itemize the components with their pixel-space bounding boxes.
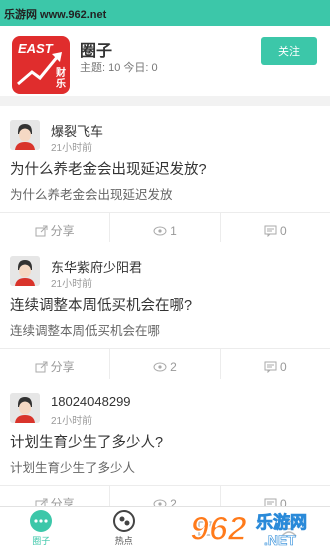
post-title[interactable]: 为什么养老金会出现延迟发放? [10,158,207,179]
avatar[interactable] [10,393,40,423]
nav-label: 热点 [114,536,133,546]
nav-label: 圈子 [32,536,51,546]
post-title[interactable]: 连续调整本周低买机会在哪? [10,294,192,315]
nav-item-hot[interactable]: 热点 [83,507,166,550]
eye-icon [153,226,167,235]
eye-icon [153,362,167,371]
circle-logo: EAST 财乐 [12,36,70,94]
avatar[interactable] [10,256,40,286]
default-avatar-icon [10,120,40,150]
post-excerpt[interactable]: 计划生育少生了多少人 [10,457,135,476]
post-author[interactable]: 爆裂飞车 [51,121,103,140]
post-title[interactable]: 计划生育少生了多少人? [10,431,163,452]
post-time: 21小时前 [51,143,93,154]
watermark-text: 乐游网 [256,512,307,533]
circle-stats: 主题: 10 今日: 0 [80,62,158,74]
share-icon [35,361,48,372]
site-watermark-logo: 962 乐游网 .NET [189,509,307,549]
chat-bubble-icon [30,510,53,532]
default-avatar-icon [10,256,40,286]
share-label: 分享 [50,224,75,238]
post-author[interactable]: 东华紫府少阳君 [51,257,142,276]
comments-value: 0 [279,223,287,238]
share-icon [35,225,48,236]
watermark-number: 962 [190,510,247,548]
default-avatar-icon [10,393,40,423]
top-watermark: 乐游网 www.962.net [4,9,107,21]
comment-icon [264,225,277,237]
views-value: 1 [170,223,177,238]
post-excerpt[interactable]: 连续调整本周低买机会在哪 [10,320,160,339]
follow-button[interactable]: 关注 [261,37,317,65]
hot-ball-icon [112,510,135,532]
post-time: 21小时前 [51,416,93,427]
post-time: 21小时前 [51,279,93,290]
post-author[interactable]: 18024048299 [51,394,131,409]
status-bar: 乐游网 www.962.net [0,0,330,26]
post-card[interactable]: 东华紫府少阳君 21小时前 连续调整本周低买机会在哪? 连续调整本周低买机会在哪… [0,242,330,384]
post-excerpt[interactable]: 为什么养老金会出现延迟发放 [10,184,173,203]
logo-text: EAST [18,41,53,56]
logo-subtext: 财乐 [56,68,66,90]
circle-header: EAST 财乐 圈子 主题: 10 今日: 0 关注 [0,26,330,96]
avatar[interactable] [10,120,40,150]
views-value: 2 [170,359,177,374]
circle-name: 圈子 [80,43,113,60]
post-card[interactable]: 爆裂飞车 21小时前 为什么养老金会出现延迟发放? 为什么养老金会出现延迟发放 … [0,106,330,248]
nav-item-circle[interactable]: 圈子 [0,507,83,550]
watermark-url: .NET [264,532,296,548]
comment-icon [264,361,277,373]
comments-value: 0 [279,359,287,374]
share-label: 分享 [50,360,75,374]
